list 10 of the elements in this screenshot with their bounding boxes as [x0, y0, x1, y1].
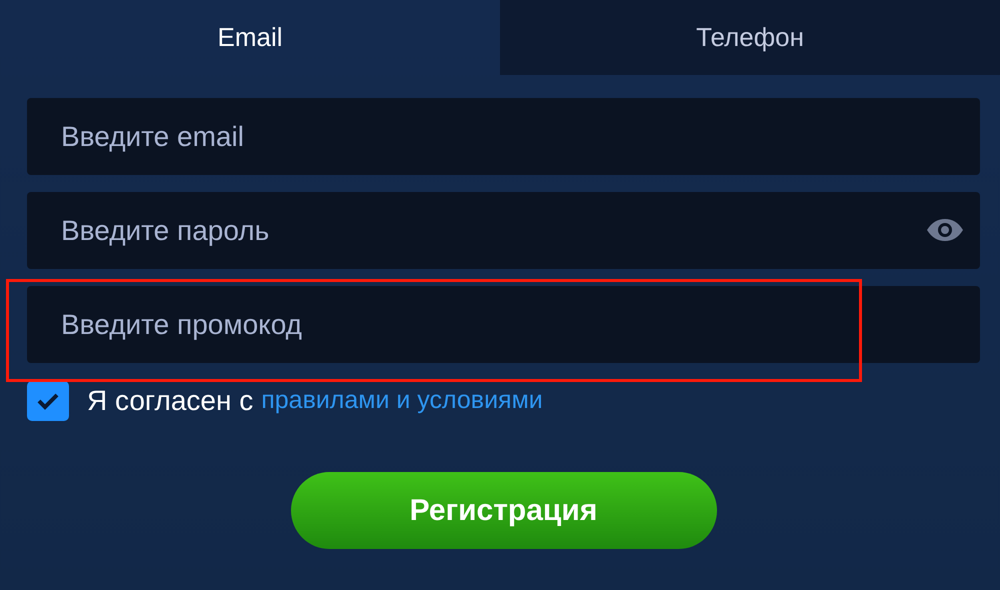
terms-link[interactable]: правилами и условиями [261, 382, 543, 420]
input-field[interactable]: Введите email [27, 98, 980, 175]
checkbox[interactable] [27, 381, 69, 421]
input-field[interactable]: Введите промокод [27, 286, 980, 363]
agreement-label: Я согласен с [87, 384, 254, 418]
tab[interactable]: Email [0, 0, 500, 75]
tab[interactable]: Телефон [500, 0, 1000, 75]
eye-icon[interactable] [926, 218, 964, 242]
password-field[interactable]: Введите пароль [27, 192, 980, 269]
check-icon [37, 392, 59, 410]
